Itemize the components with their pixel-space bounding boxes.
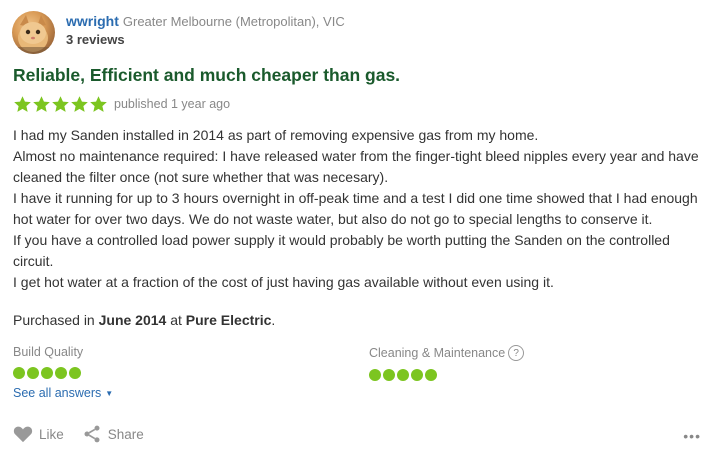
purchase-info: Purchased in June 2014 at Pure Electric. [13, 311, 275, 329]
like-label: Like [39, 426, 64, 442]
review-body: I had my Sanden installed in 2014 as par… [13, 125, 713, 293]
see-all-answers-label: See all answers [13, 386, 102, 400]
more-options-icon[interactable]: ••• [683, 429, 701, 443]
review-paragraph: I have it running for up to 3 hours over… [13, 190, 698, 227]
reviewer-location: Greater Melbourne (Metropolitan), VIC [122, 14, 345, 29]
star-rating [13, 95, 108, 114]
rating-dot [411, 369, 423, 381]
review-card: wwright Greater Melbourne (Metropolitan),… [0, 0, 722, 463]
cat-avatar-icon [12, 15, 55, 54]
star-icon [33, 95, 50, 112]
share-icon [84, 425, 100, 443]
rating-dot [69, 367, 81, 379]
rating-dot [13, 367, 25, 379]
purchase-prefix: Purchased in [13, 312, 99, 328]
cleaning-maintenance-dots [369, 369, 524, 381]
review-paragraph: I had my Sanden installed in 2014 as par… [13, 127, 539, 143]
purchase-suffix: . [271, 312, 276, 328]
overall-rating: published 1 year ago [13, 94, 230, 114]
star-icon [52, 95, 69, 112]
reviewer-review-count: 3 reviews [66, 32, 125, 47]
see-all-answers-link[interactable]: See all answers ▼ [13, 386, 113, 400]
purchase-middle: at [166, 312, 186, 328]
purchase-date: June 2014 [98, 312, 167, 328]
rating-dot [425, 369, 437, 381]
reviewer-line: wwright Greater Melbourne (Metropolitan),… [66, 12, 345, 31]
review-title: Reliable, Efficient and much cheaper tha… [13, 65, 401, 85]
rating-dot [383, 369, 395, 381]
star-icon [71, 95, 88, 112]
avatar[interactable] [12, 11, 55, 54]
build-quality-rating: Build Quality [13, 345, 83, 379]
review-paragraph: If you have a controlled load power supp… [13, 232, 670, 269]
caret-down-icon: ▼ [105, 388, 114, 398]
rating-dot [27, 367, 39, 379]
like-button[interactable]: Like [13, 425, 64, 443]
rating-dot [41, 367, 53, 379]
purchase-store: Pure Electric [185, 312, 272, 328]
review-actions: Like Share [13, 424, 162, 444]
reviewer-name-link[interactable]: wwright [66, 13, 119, 29]
rating-dot [55, 367, 67, 379]
rating-dot [369, 369, 381, 381]
share-label: Share [107, 426, 144, 442]
heart-icon [13, 426, 33, 443]
published-date: published 1 year ago [114, 97, 231, 111]
review-paragraph: I get hot water at a fraction of the cos… [13, 274, 554, 290]
build-quality-label: Build Quality [13, 345, 84, 359]
share-button[interactable]: Share [82, 424, 144, 444]
cleaning-maintenance-label: Cleaning & Maintenance [369, 346, 506, 360]
help-icon[interactable]: ? [508, 345, 525, 361]
rating-dot [397, 369, 409, 381]
review-paragraph: Almost no maintenance required: I have r… [13, 148, 699, 185]
star-icon [90, 95, 107, 112]
build-quality-dots [13, 367, 83, 379]
cleaning-maintenance-rating: Cleaning & Maintenance ? [369, 345, 525, 381]
star-icon [14, 95, 31, 112]
